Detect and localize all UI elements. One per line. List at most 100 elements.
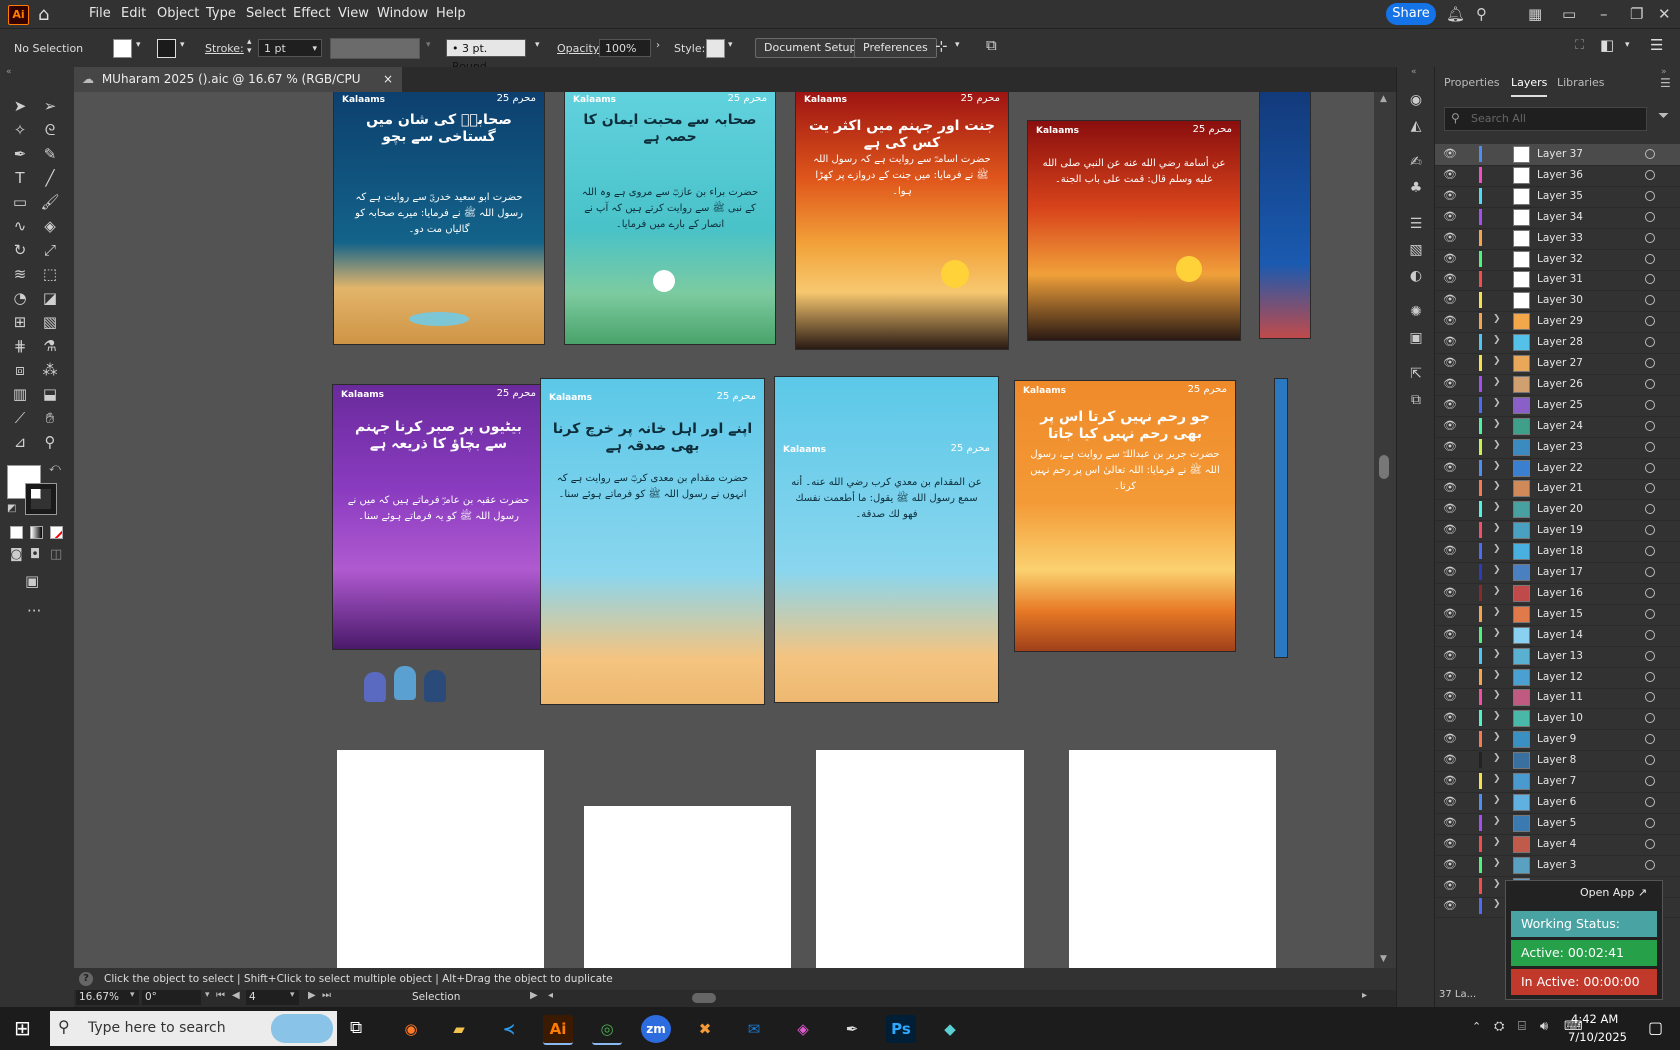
eraser-tool-icon[interactable]: ◈ [38, 215, 62, 237]
target-circle-icon[interactable] [1645, 378, 1655, 389]
visibility-eye-icon[interactable]: 👁︎ [1443, 523, 1457, 536]
column-graph-icon[interactable]: ▥ [8, 383, 32, 405]
visibility-eye-icon[interactable]: 👁︎ [1443, 481, 1457, 494]
layer-name[interactable]: Layer 6 [1537, 796, 1576, 808]
file-explorer-icon[interactable]: ▰ [444, 1015, 474, 1043]
menu-help[interactable]: Help [436, 6, 466, 21]
visibility-eye-icon[interactable]: 👁︎ [1443, 690, 1457, 703]
chevron-right-icon[interactable]: ❯ [1493, 732, 1501, 742]
more-tools-icon[interactable]: ··· [27, 602, 41, 620]
chevron-right-icon[interactable]: ❯ [1493, 356, 1501, 366]
visibility-eye-icon[interactable]: 👁︎ [1443, 231, 1457, 244]
layer-row[interactable]: 👁︎ ❯ Layer 4 [1435, 834, 1680, 856]
layer-row[interactable]: 👁︎ Layer 37 [1435, 144, 1680, 166]
layer-name[interactable]: Layer 36 [1537, 169, 1583, 181]
layer-row[interactable]: 👁︎ Layer 33 [1435, 228, 1680, 250]
layer-row[interactable]: 👁︎ ❯ Layer 23 [1435, 437, 1680, 459]
filter-icon[interactable]: ⏷ [1658, 108, 1669, 124]
first-artboard-icon[interactable]: ⏮ [216, 990, 225, 1001]
lasso-icon[interactable]: ᘓ [38, 119, 62, 141]
visibility-eye-icon[interactable]: 👁︎ [1443, 879, 1457, 892]
poster-partial-2[interactable] [1274, 378, 1288, 658]
visibility-eye-icon[interactable]: 👁︎ [1443, 753, 1457, 766]
target-circle-icon[interactable] [1645, 337, 1655, 348]
chevron-right-icon[interactable]: ❯ [1493, 711, 1501, 721]
chevron-right-icon[interactable]: ❯ [1493, 858, 1501, 868]
layer-row[interactable]: 👁︎ ❯ Layer 12 [1435, 667, 1680, 689]
opacity-label[interactable]: Opacity: [557, 42, 602, 55]
layer-row[interactable]: 👁︎ ❯ Layer 8 [1435, 750, 1680, 773]
stroke-swatch[interactable] [157, 39, 176, 58]
visibility-eye-icon[interactable]: 👁︎ [1443, 377, 1457, 390]
minimize-icon[interactable]: – [1600, 5, 1608, 23]
visibility-eye-icon[interactable]: 👁︎ [1443, 502, 1457, 515]
chevron-right-icon[interactable]: ❯ [1493, 314, 1501, 324]
layer-name[interactable]: Layer 16 [1537, 587, 1583, 599]
collapse-icon[interactable]: « [1411, 67, 1417, 77]
none-mode-icon[interactable] [50, 526, 63, 539]
collapse-icon[interactable]: « [6, 67, 12, 77]
document-tab[interactable]: ☁ MUharam 2025 ().aic @ 16.67 % (RGB/CPU… [74, 67, 402, 111]
visibility-eye-icon[interactable]: 👁︎ [1443, 858, 1457, 871]
chevron-right-icon[interactable]: ❯ [1493, 544, 1501, 554]
help-icon[interactable]: ? [79, 972, 93, 986]
measure-tool-icon[interactable]: ⊿ [8, 431, 32, 453]
layer-row[interactable]: 👁︎ ❯ Layer 29 [1435, 311, 1680, 334]
visibility-eye-icon[interactable]: 👁︎ [1443, 210, 1457, 223]
chevron-down-icon[interactable]: ▾ [205, 990, 210, 1000]
draw-normal-icon[interactable]: ◙ [10, 547, 23, 562]
visibility-eye-icon[interactable]: 👁︎ [1443, 899, 1457, 912]
visibility-eye-icon[interactable]: 👁︎ [1443, 649, 1457, 662]
layer-name[interactable]: Layer 15 [1537, 608, 1583, 620]
mesh-tool-icon[interactable]: ⋕ [8, 335, 32, 357]
share-for-review-icon[interactable]: ⧉ [986, 36, 997, 54]
brush-definition[interactable]: • 3 pt. Round [446, 39, 526, 73]
layer-name[interactable]: Layer 34 [1537, 211, 1583, 223]
layer-row[interactable]: 👁︎ Layer 35 [1435, 186, 1680, 208]
poster-2[interactable]: Kalaams محرم 25 صحابہ سے محبت ایمان کا ح… [564, 92, 776, 345]
last-artboard-icon[interactable]: ⏭ [322, 990, 331, 1001]
layer-name[interactable]: Layer 19 [1537, 524, 1583, 536]
target-circle-icon[interactable] [1645, 253, 1655, 264]
panel-layout-icon[interactable]: ◧ [1600, 36, 1614, 54]
shape-builder-icon[interactable]: ◔ [8, 287, 32, 309]
layer-row[interactable]: 👁︎ ❯ Layer 26 [1435, 374, 1680, 396]
stroke-stepper-icon[interactable]: ▴ ▾ [247, 38, 252, 56]
eyedropper-icon[interactable]: ⚗ [38, 335, 62, 357]
curvature-tool-icon[interactable]: ✎ [38, 143, 62, 165]
target-circle-icon[interactable] [1645, 149, 1655, 159]
horizontal-scroll-thumb[interactable] [692, 993, 716, 1003]
chevron-down-icon[interactable]: ▾ [290, 990, 295, 1000]
scroll-up-icon[interactable]: ▲ [1380, 94, 1387, 104]
visibility-eye-icon[interactable]: 👁︎ [1443, 795, 1457, 808]
chevron-right-icon[interactable]: ❯ [1493, 670, 1501, 680]
chevron-right-icon[interactable]: ❯ [1493, 440, 1501, 450]
target-circle-icon[interactable] [1645, 587, 1655, 598]
chevron-right-icon[interactable]: ❯ [1493, 565, 1501, 575]
chevron-right-icon[interactable]: ❯ [1493, 377, 1501, 387]
target-circle-icon[interactable] [1645, 420, 1655, 431]
layer-name[interactable]: Layer 11 [1537, 691, 1583, 703]
chevron-down-icon[interactable]: ▾ [180, 40, 185, 50]
poster-1[interactable]: Kalaams محرم 25 صحابہؓ کی شان میں گستاخی… [333, 92, 545, 345]
pen-tool-icon[interactable]: ✒ [8, 143, 32, 165]
layer-row[interactable]: 👁︎ Layer 36 [1435, 165, 1680, 187]
vertical-scrollbar[interactable]: ▲ ▼ [1374, 92, 1396, 968]
visibility-eye-icon[interactable]: 👁︎ [1443, 670, 1457, 683]
transparency-icon[interactable]: ◐ [1404, 265, 1428, 287]
direct-selection-tool-icon[interactable]: ➢ [38, 95, 62, 117]
gradient-panel-icon[interactable]: ▧ [1404, 239, 1428, 261]
chevron-right-icon[interactable]: ❯ [1493, 816, 1501, 826]
layer-name[interactable]: Layer 30 [1537, 294, 1583, 306]
target-circle-icon[interactable] [1645, 608, 1655, 619]
poster-8[interactable]: Kalaams محرم 25 جو رحم نہیں کرتا اس پر ب… [1014, 380, 1236, 652]
xampp-icon[interactable]: ✖ [690, 1015, 720, 1043]
share-button[interactable]: Share [1386, 3, 1436, 25]
chevron-down-icon[interactable]: ▾ [136, 40, 141, 50]
zoom-app-icon[interactable]: zm [641, 1015, 671, 1043]
layer-row[interactable]: 👁︎ ❯ Layer 20 [1435, 499, 1680, 522]
visibility-eye-icon[interactable]: 👁︎ [1443, 419, 1457, 432]
target-circle-icon[interactable] [1645, 462, 1655, 473]
target-circle-icon[interactable] [1645, 567, 1655, 577]
layer-name[interactable]: Layer 26 [1537, 378, 1583, 390]
